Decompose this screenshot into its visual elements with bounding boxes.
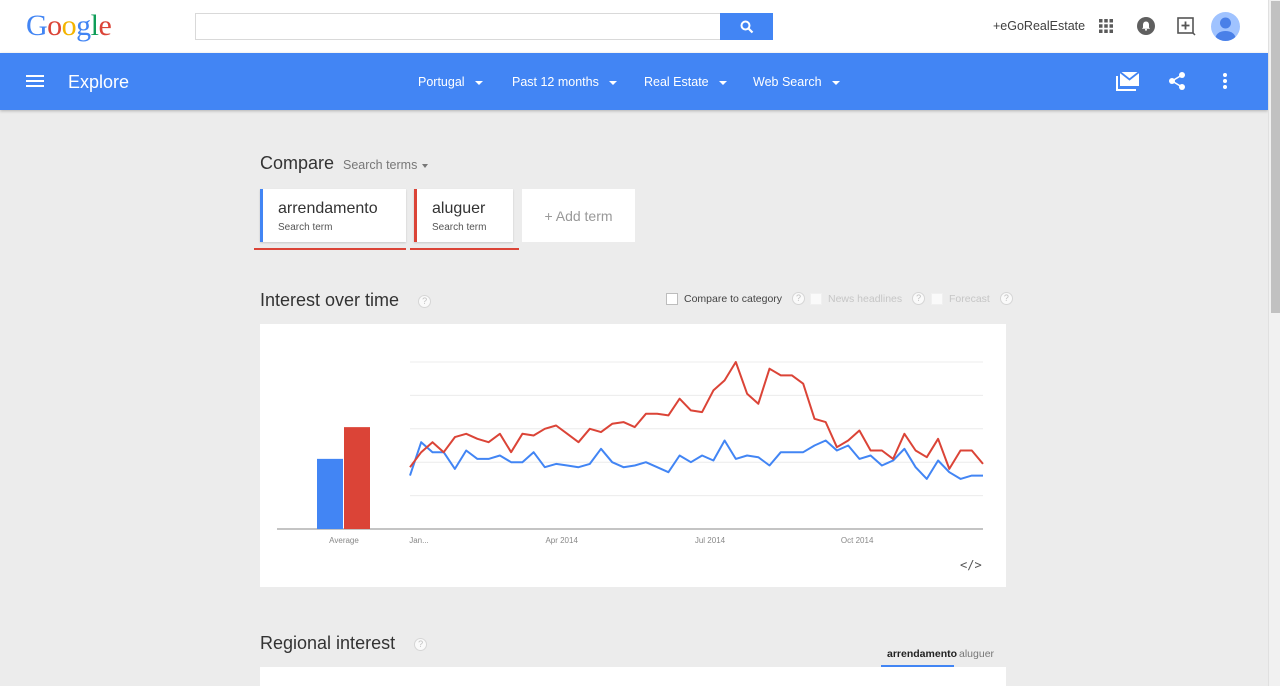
caret-down-icon <box>474 80 483 85</box>
term-type: Search term <box>432 222 487 233</box>
embed-code-button[interactable]: </> <box>960 558 982 572</box>
share-icon <box>1169 72 1185 90</box>
x-tick-label: Oct 2014 <box>841 536 874 545</box>
apps-button[interactable] <box>1094 14 1118 38</box>
term-type: Search term <box>278 222 333 233</box>
regional-map-card <box>260 667 1006 686</box>
checkbox[interactable] <box>666 292 678 305</box>
share-add-button[interactable] <box>1174 14 1198 38</box>
term-card-arrendamento[interactable]: arrendamento Search term <box>260 189 406 242</box>
regional-tab-arrendamento[interactable]: arrendamento <box>887 648 957 660</box>
caret-down-icon <box>608 80 617 85</box>
search-input[interactable] <box>195 13 721 40</box>
explore-toolbar: Explore Portugal Past 12 months Real Est… <box>0 53 1268 110</box>
option-compare-category[interactable]: Compare to category ? <box>666 292 806 305</box>
more-options-button[interactable] <box>1213 69 1237 93</box>
term-underline <box>410 248 519 250</box>
subscribe-button[interactable] <box>1116 69 1140 93</box>
checkbox <box>810 292 822 305</box>
interest-chart-card: Average Jan... Apr 2014 Jul 2014 Oct 2014 <box>260 324 1006 587</box>
page-title: Explore <box>68 72 130 92</box>
more-vert-icon <box>1223 73 1227 89</box>
term-color-bar <box>414 189 417 242</box>
filter-category[interactable]: Real Estate <box>644 75 727 89</box>
menu-button[interactable] <box>26 72 44 90</box>
option-label: Forecast <box>949 292 990 305</box>
compare-mode-label: Search terms <box>343 158 418 172</box>
notifications-icon <box>1137 17 1155 35</box>
help-icon[interactable]: ? <box>792 292 806 305</box>
compare-heading: Compare <box>260 153 335 173</box>
interest-over-time-heading: Interest over time ? <box>260 290 432 311</box>
logo-letter: e <box>98 9 112 42</box>
logo-letter: o <box>61 9 77 42</box>
logo-letter: g <box>76 9 91 42</box>
filter-search-type-label: Web Search <box>753 75 822 89</box>
add-term-button[interactable]: + Add term <box>522 189 635 242</box>
search-icon <box>740 20 753 33</box>
help-icon[interactable]: ? <box>418 294 432 308</box>
x-tick-label: Jan... <box>409 536 429 545</box>
subscribe-mail-icon <box>1116 71 1140 91</box>
regional-title: Regional interest <box>260 633 396 653</box>
x-tick-label: Apr 2014 <box>545 536 578 545</box>
logo-letter: G <box>26 9 48 42</box>
compare-mode-dropdown[interactable]: Search terms <box>343 158 429 172</box>
regional-interest-heading: Regional interest ? <box>260 633 428 654</box>
filter-time-range[interactable]: Past 12 months <box>512 75 617 89</box>
logo-letter: l <box>90 9 99 42</box>
option-news-headlines: News headlines ? <box>810 292 926 305</box>
share-button[interactable] <box>1165 69 1189 93</box>
help-icon[interactable]: ? <box>414 637 428 651</box>
filter-time-range-label: Past 12 months <box>512 75 599 89</box>
term-underline <box>254 248 406 250</box>
notifications-button[interactable] <box>1134 14 1158 38</box>
filter-location[interactable]: Portugal <box>418 75 483 89</box>
google-logo[interactable]: Google <box>26 9 112 43</box>
term-card-aluguer[interactable]: aluguer Search term <box>414 189 513 242</box>
user-avatar-icon <box>1215 17 1236 41</box>
filter-search-type[interactable]: Web Search <box>753 75 840 89</box>
account-name-link[interactable]: +eGoRealEstate <box>993 19 1085 33</box>
series-line-arrendamento[interactable] <box>409 439 983 480</box>
filter-category-label: Real Estate <box>644 75 709 89</box>
interest-title: Interest over time <box>260 290 400 310</box>
average-label: Average <box>329 536 359 545</box>
filter-location-label: Portugal <box>418 75 465 89</box>
top-bar: Google +eGoRealEstate <box>0 0 1268 53</box>
caret-down-icon <box>718 80 727 85</box>
series-line-aluguer[interactable] <box>409 361 984 470</box>
caret-down-icon <box>831 80 840 85</box>
option-forecast: Forecast ? <box>931 292 1013 305</box>
average-bar-arrendamento[interactable] <box>317 458 343 529</box>
logo-letter: o <box>47 9 62 42</box>
help-icon[interactable]: ? <box>999 292 1013 305</box>
option-label: News headlines <box>828 292 903 305</box>
page-scrollbar[interactable] <box>1268 0 1280 686</box>
average-bar-aluguer[interactable] <box>344 427 370 529</box>
scrollbar-thumb[interactable] <box>1271 1 1280 313</box>
interest-chart[interactable]: Average Jan... Apr 2014 Jul 2014 Oct 2014 <box>260 324 1006 587</box>
term-color-bar <box>260 189 263 242</box>
apps-icon <box>1099 19 1113 33</box>
regional-tab-aluguer[interactable]: aluguer <box>959 648 994 660</box>
checkbox <box>931 292 943 305</box>
caret-down-icon <box>422 163 429 168</box>
help-icon[interactable]: ? <box>912 292 926 305</box>
x-tick-label: Jul 2014 <box>695 536 726 545</box>
hamburger-menu-icon <box>26 75 44 87</box>
avatar[interactable] <box>1211 12 1240 41</box>
option-label: Compare to category <box>684 292 783 305</box>
term-name[interactable]: arrendamento <box>278 200 378 218</box>
search-button[interactable] <box>720 13 773 40</box>
term-name[interactable]: aluguer <box>432 200 485 218</box>
share-add-icon <box>1177 17 1196 36</box>
